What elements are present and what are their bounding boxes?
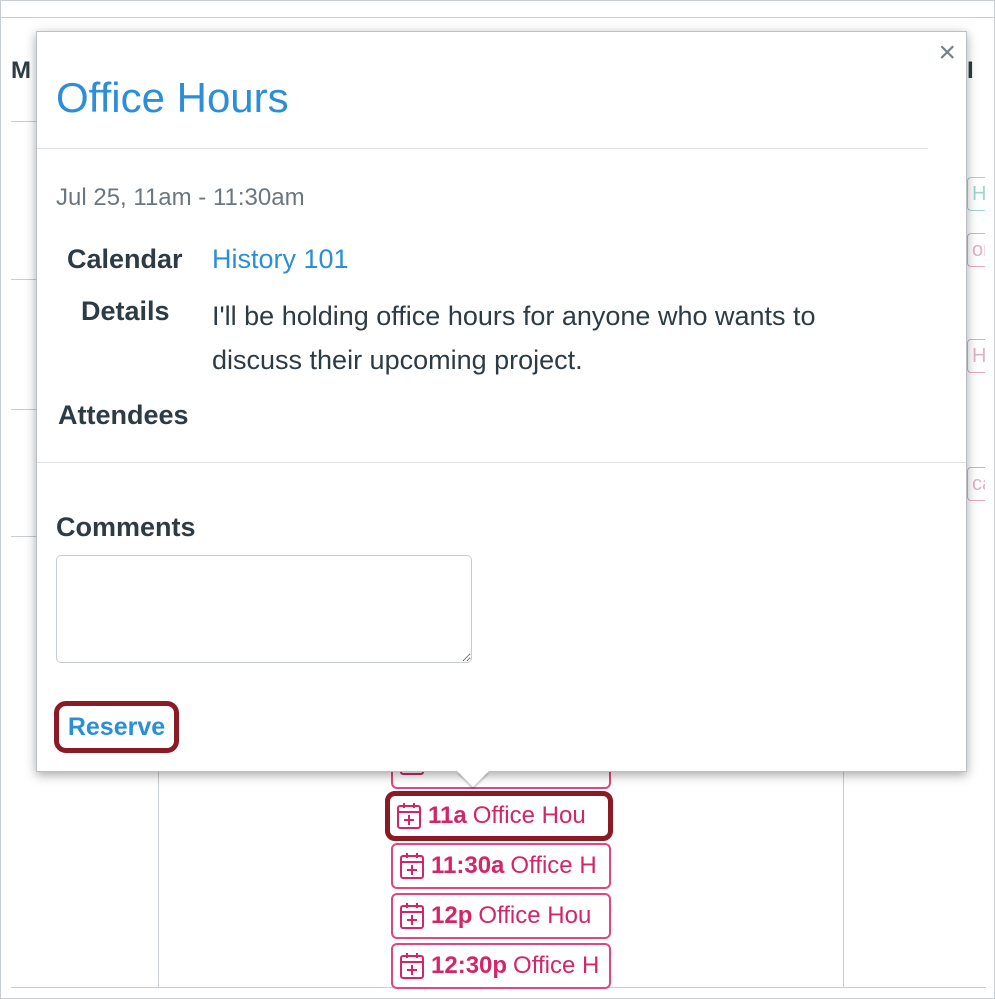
calendar-row-line — [11, 279, 37, 280]
details-label: Details — [81, 296, 170, 326]
divider — [37, 462, 966, 463]
day-header-right: I — [967, 57, 974, 84]
slot-time: 12:30p — [431, 952, 508, 979]
calendar-plus-icon — [397, 803, 421, 829]
background-event-fragment: Hi — [967, 339, 985, 373]
event-date-range: Jul 25, 11am - 11:30am — [56, 184, 305, 211]
calendar-plus-icon — [400, 903, 424, 929]
calendar-row-line — [11, 409, 37, 410]
reserve-highlight: Reserve — [54, 701, 179, 753]
popover-arrow — [457, 771, 489, 787]
attendees-label: Attendees — [58, 400, 189, 430]
reserve-button[interactable]: Reserve — [68, 713, 165, 742]
slot-time: 12p — [431, 902, 473, 929]
slot-title: Office H — [513, 952, 600, 979]
calendar-row-line — [11, 121, 37, 122]
screenshot-frame: M I H on Hi ca 11a Office Hou — [0, 0, 995, 999]
slot-time: 11:30a — [431, 852, 505, 879]
background-event-fragment: on — [967, 233, 985, 267]
appointment-slot[interactable]: 12:30p Office H — [391, 943, 611, 989]
comments-textarea[interactable] — [56, 555, 472, 663]
background-event-fragment: H — [967, 177, 985, 211]
details-text: I'll be holding office hours for anyone … — [212, 301, 816, 375]
calendar-link[interactable]: History 101 — [212, 244, 349, 275]
slot-time: 11a — [428, 802, 467, 829]
calendar-plus-icon — [400, 853, 424, 879]
divider — [37, 148, 928, 149]
day-header-left: M — [11, 57, 31, 84]
calendar-label: Calendar — [67, 244, 183, 274]
background-event-fragment: ca — [967, 467, 985, 501]
calendar-column-line — [843, 772, 844, 987]
calendar-plus-icon — [400, 953, 424, 979]
slot-title: Office Hou — [478, 902, 592, 929]
popover-title: Office Hours — [56, 74, 289, 121]
close-icon[interactable]: × — [938, 38, 956, 68]
appointment-slot[interactable]: 12p Office Hou — [391, 893, 611, 939]
event-details-popover: × Office Hours Jul 25, 11am - 11:30am Ca… — [36, 31, 967, 772]
appointment-slot[interactable]: 11a Office Hou — [385, 791, 613, 841]
calendar-column-line — [158, 772, 159, 987]
appointment-slot[interactable]: 11:30a Office H — [391, 843, 611, 889]
slot-title: Office Hou — [472, 802, 586, 829]
calendar-row-line — [11, 536, 37, 537]
slot-title: Office H — [510, 852, 597, 879]
comments-label: Comments — [56, 512, 196, 542]
calendar-top-border — [1, 17, 995, 18]
